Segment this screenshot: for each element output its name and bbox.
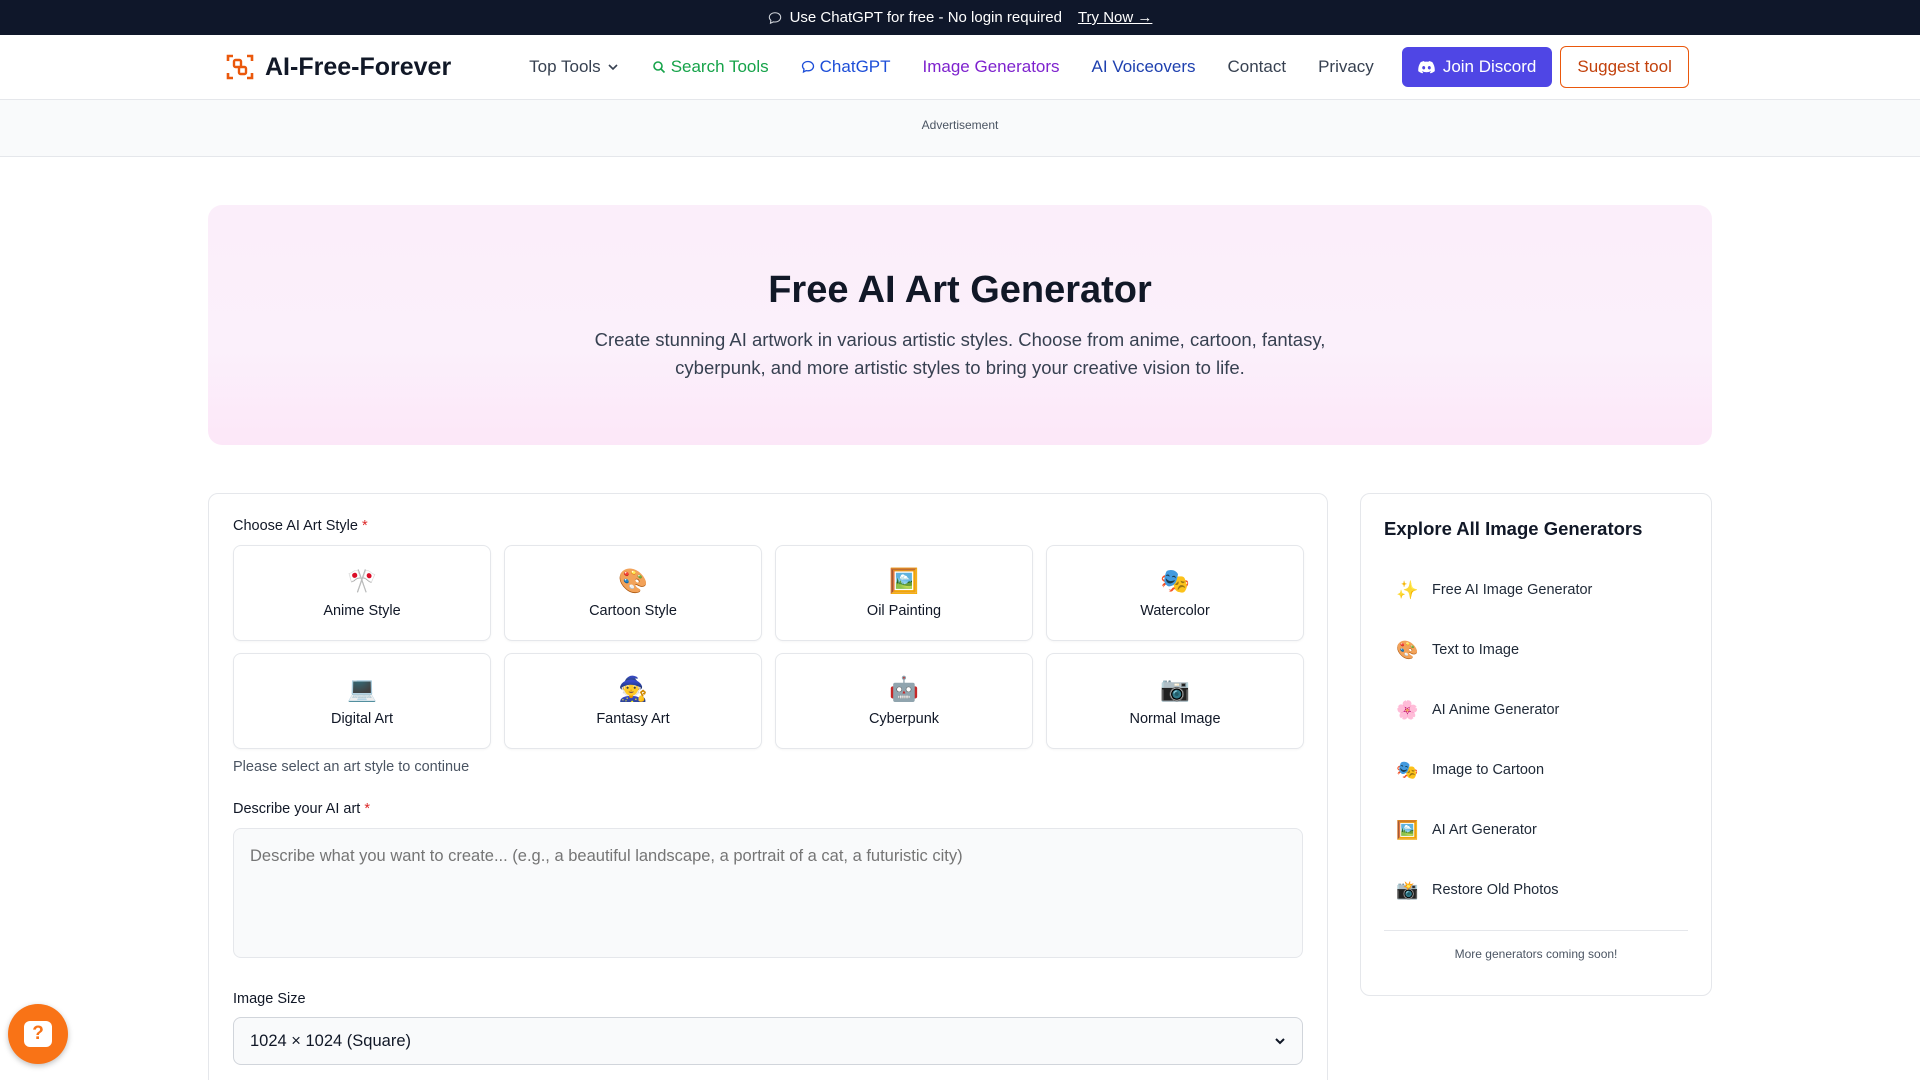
sidebar-item-restore-old-photos[interactable]: 📸 Restore Old Photos [1384, 860, 1688, 920]
required-mark: * [361, 518, 368, 534]
style-option-label: Cyberpunk [868, 711, 940, 727]
nav-contact-label: Contact [1227, 57, 1287, 76]
required-mark: * [364, 801, 371, 817]
image-size-label: Image Size [233, 991, 306, 1007]
camera-icon: 📷 [1160, 676, 1190, 703]
page-title: Free AI Art Generator [768, 269, 1152, 311]
join-discord-label: Join Discord [1442, 57, 1537, 76]
theater-masks-icon: 🎭 [1160, 568, 1190, 595]
nav-search-tools[interactable]: Search Tools [652, 57, 769, 77]
help-icon: ? [24, 1021, 52, 1047]
robot-icon: 🤖 [889, 676, 919, 703]
wizard-icon: 🧙 [618, 676, 648, 703]
sidebar-divider [1384, 930, 1688, 931]
search-icon [652, 61, 665, 74]
sparkles-icon: ✨ [1396, 579, 1419, 600]
style-option-label: Normal Image [1129, 711, 1221, 727]
image-size-value: 1024 × 1024 (Square) [250, 1031, 411, 1050]
sidebar-item-label: AI Anime Generator [1432, 702, 1560, 718]
join-discord-button[interactable]: Join Discord [1401, 47, 1553, 87]
sidebar-item-ai-anime-generator[interactable]: 🌸 AI Anime Generator [1384, 680, 1688, 740]
nav-chatgpt-label: ChatGPT [819, 57, 891, 76]
nav-links: Top Tools Search Tools ChatGPT Image Gen… [529, 46, 1689, 88]
style-option-watercolor[interactable]: 🎭 Watercolor [1046, 545, 1304, 641]
discord-icon [1418, 60, 1435, 73]
advertisement-slot: Advertisement [0, 100, 1920, 157]
art-style-grid: 🎌 Anime Style 🎨 Cartoon Style 🖼️ Oil Pai… [233, 545, 1304, 749]
describe-label-text: Describe your AI art [233, 801, 361, 817]
style-option-label: Anime Style [323, 603, 401, 619]
nav-privacy[interactable]: Privacy [1318, 57, 1374, 77]
nav-ai-voiceovers-label: AI Voiceovers [1091, 57, 1196, 76]
style-option-cartoon[interactable]: 🎨 Cartoon Style [504, 545, 762, 641]
cherry-blossom-icon: 🌸 [1396, 699, 1419, 720]
nav-ai-voiceovers[interactable]: AI Voiceovers [1092, 57, 1196, 77]
site-logo[interactable]: AI-Free-Forever [225, 52, 451, 82]
nav-image-generators-label: Image Generators [922, 57, 1060, 76]
main-nav: AI-Free-Forever Top Tools Search Tools C… [0, 35, 1920, 100]
advertisement-label: Advertisement [921, 118, 999, 132]
sidebar-item-label: Free AI Image Generator [1432, 582, 1593, 598]
crossed-flags-icon: 🎌 [347, 568, 377, 595]
sidebar-item-ai-art-generator[interactable]: 🖼️ AI Art Generator [1384, 800, 1688, 860]
chat-bubble-icon [801, 60, 814, 74]
generator-form: Choose AI Art Style * 🎌 Anime Style 🎨 Ca… [208, 493, 1328, 1080]
sidebar-item-label: Text to Image [1432, 642, 1520, 658]
try-now-link[interactable]: Try Now → [1078, 9, 1152, 26]
prompt-textarea[interactable] [233, 828, 1303, 958]
promo-banner: Use ChatGPT for free - No login required… [0, 0, 1920, 35]
chat-bubble-icon [768, 11, 781, 24]
nav-top-tools[interactable]: Top Tools [529, 57, 620, 77]
style-option-cyberpunk[interactable]: 🤖 Cyberpunk [775, 653, 1033, 749]
nav-privacy-label: Privacy [1318, 57, 1374, 76]
chevron-down-icon [1275, 1038, 1285, 1045]
sidebar-title: Explore All Image Generators [1384, 518, 1643, 539]
banner-text: Use ChatGPT for free - No login required [789, 9, 1062, 26]
describe-label: Describe your AI art * [233, 801, 1303, 817]
style-option-label: Oil Painting [866, 603, 942, 619]
page-subtitle: Create stunning AI artwork in various ar… [594, 329, 1326, 378]
art-style-label: Choose AI Art Style * [233, 518, 1303, 534]
help-button[interactable]: ? [8, 1004, 68, 1064]
sidebar-footer-note: More generators coming soon! [1454, 947, 1618, 961]
hero-section: Free AI Art Generator Create stunning AI… [208, 205, 1712, 445]
nav-contact[interactable]: Contact [1227, 57, 1286, 77]
chevron-down-icon [608, 64, 618, 71]
style-option-anime[interactable]: 🎌 Anime Style [233, 545, 491, 641]
sidebar-item-text-to-image[interactable]: 🎨 Text to Image [1384, 620, 1688, 680]
framed-picture-icon: 🖼️ [1396, 819, 1419, 840]
style-option-normal-image[interactable]: 📷 Normal Image [1046, 653, 1304, 749]
nav-image-generators[interactable]: Image Generators [923, 57, 1060, 77]
generators-sidebar: Explore All Image Generators ✨ Free AI I… [1360, 493, 1712, 996]
nav-top-tools-label: Top Tools [529, 57, 601, 76]
generators-list: ✨ Free AI Image Generator 🎨 Text to Imag… [1384, 560, 1688, 920]
nav-search-tools-label: Search Tools [670, 57, 769, 76]
camera-flash-icon: 📸 [1396, 879, 1419, 900]
style-option-digital-art[interactable]: 💻 Digital Art [233, 653, 491, 749]
framed-picture-icon: 🖼️ [889, 568, 919, 595]
style-option-label: Digital Art [330, 711, 394, 727]
palette-icon: 🎨 [618, 568, 648, 595]
art-style-label-text: Choose AI Art Style [233, 518, 358, 534]
style-option-label: Watercolor [1140, 603, 1210, 619]
art-style-hint: Please select an art style to continue [233, 759, 470, 775]
palette-icon: 🎨 [1396, 639, 1419, 660]
style-option-label: Cartoon Style [589, 603, 677, 619]
sidebar-item-free-ai-image-generator[interactable]: ✨ Free AI Image Generator [1384, 560, 1688, 620]
style-option-fantasy-art[interactable]: 🧙 Fantasy Art [504, 653, 762, 749]
logo-text: AI-Free-Forever [265, 52, 452, 81]
sidebar-item-label: Image to Cartoon [1432, 762, 1545, 778]
image-size-select[interactable]: 1024 × 1024 (Square) [233, 1017, 1303, 1065]
laptop-icon: 💻 [347, 676, 377, 703]
sidebar-item-label: AI Art Generator [1432, 822, 1537, 838]
theater-masks-icon: 🎭 [1396, 759, 1419, 780]
sidebar-item-image-to-cartoon[interactable]: 🎭 Image to Cartoon [1384, 740, 1688, 800]
nav-chatgpt[interactable]: ChatGPT [801, 57, 891, 77]
sidebar-item-label: Restore Old Photos [1432, 882, 1559, 898]
style-option-label: Fantasy Art [596, 711, 670, 727]
style-option-oil-painting[interactable]: 🖼️ Oil Painting [775, 545, 1033, 641]
suggest-tool-label: Suggest tool [1577, 57, 1672, 76]
logo-icon [226, 54, 254, 80]
suggest-tool-button[interactable]: Suggest tool [1560, 46, 1689, 88]
